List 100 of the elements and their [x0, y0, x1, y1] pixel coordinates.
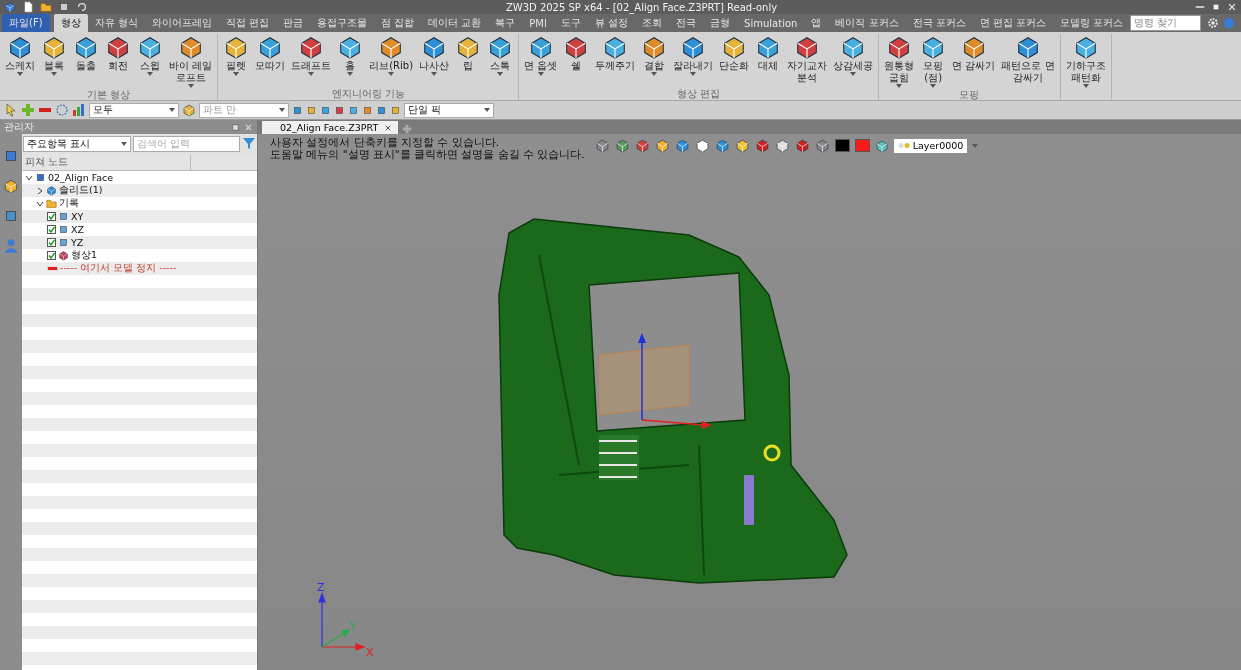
caret-icon[interactable]	[497, 72, 504, 76]
ribbon-tab[interactable]: 복구	[488, 14, 523, 32]
caret-icon[interactable]	[537, 72, 544, 76]
caret-icon[interactable]	[233, 72, 240, 76]
restore-icon[interactable]	[231, 122, 240, 132]
undo-icon[interactable]	[76, 1, 88, 13]
tree-node[interactable]: 솔리드(1)	[22, 184, 257, 197]
ribbon-button[interactable]: 스톡	[484, 34, 517, 87]
document-tab[interactable]: 02_Align Face.Z3PRT	[262, 121, 399, 134]
color-swatch[interactable]	[854, 139, 870, 152]
plane-icon[interactable]	[874, 138, 889, 153]
caret-icon[interactable]	[308, 72, 315, 76]
ribbon-tab[interactable]: 뷰 설정	[587, 14, 636, 32]
ribbon-tab[interactable]: 베이직 포커스	[828, 14, 906, 32]
ribbon-button[interactable]: 나사산	[416, 34, 453, 87]
tree-node[interactable]: 02_Align Face	[22, 171, 257, 184]
toolbar-icon[interactable]	[376, 104, 387, 116]
ribbon-button[interactable]: 패턴으로 면 감싸기	[998, 34, 1058, 88]
toolbar-icon[interactable]	[320, 104, 331, 116]
ribbon-tab[interactable]: 전극 포커스	[905, 14, 973, 32]
ribbon-tab[interactable]: 용접구조물	[309, 14, 374, 32]
cube-icon[interactable]	[41, 34, 67, 60]
toolbar-icon[interactable]	[334, 104, 345, 116]
caret-icon[interactable]	[850, 72, 857, 76]
tree-node[interactable]: XY	[22, 210, 257, 223]
checkbox[interactable]	[47, 251, 56, 260]
view-tool-icon[interactable]	[694, 138, 710, 153]
view-tool-icon[interactable]	[814, 138, 830, 153]
plane-icon[interactable]	[58, 224, 69, 235]
ribbon-button[interactable]: 잘라내기	[670, 34, 717, 87]
caret-icon[interactable]	[17, 72, 23, 76]
ribbon-button[interactable]: 모따기	[252, 34, 289, 87]
view-tool-icon[interactable]	[774, 138, 790, 153]
ribbon-tab[interactable]: 도구	[553, 14, 588, 32]
ribbon-button[interactable]: 단순화	[716, 34, 753, 87]
ribbon-tab[interactable]: 직접 편집	[218, 14, 276, 32]
caret-icon[interactable]	[120, 142, 127, 146]
view-tool-icon[interactable]	[594, 138, 610, 153]
ribbon-button[interactable]: 두께주기	[592, 34, 639, 87]
tree-node[interactable]: 형상1	[22, 249, 257, 262]
ribbon-button[interactable]: 대체	[752, 34, 785, 87]
ribbon-button[interactable]: 스윕	[134, 34, 166, 88]
ribbon-button[interactable]: 기하구조 패턴화	[1062, 34, 1109, 100]
ribbon-tab[interactable]: 판금	[275, 14, 310, 32]
ribbon-button[interactable]: 드래프트	[288, 34, 335, 87]
caret-icon[interactable]	[347, 72, 354, 76]
select-arrow-icon[interactable]	[4, 103, 18, 117]
ribbon-button[interactable]: 자기교차 분석	[784, 34, 831, 87]
layer-dropdown[interactable]: Layer0000	[893, 138, 968, 153]
ribbon-tab[interactable]: 자유 형식	[87, 14, 145, 32]
ribbon-button[interactable]: 결합	[638, 34, 671, 87]
ribbon-button[interactable]: 회전	[102, 34, 134, 88]
toolbar-icon[interactable]	[292, 104, 303, 116]
caret-icon[interactable]	[651, 72, 658, 76]
caret-icon[interactable]	[147, 72, 153, 76]
ribbon-tab[interactable]: 금형	[703, 14, 738, 32]
ribbon-tab[interactable]: 전극	[669, 14, 704, 32]
caret-icon[interactable]	[388, 72, 395, 76]
tree-node[interactable]: 기록	[22, 197, 257, 210]
caret-icon[interactable]	[187, 84, 194, 88]
cube-icon[interactable]	[3, 178, 19, 194]
view-tool-icon[interactable]	[654, 138, 670, 153]
ribbon-button[interactable]: 필렛	[220, 34, 253, 87]
ribbon-button[interactable]: 원통형 굽힘	[881, 34, 918, 88]
view-tool-icon[interactable]	[674, 138, 690, 153]
shape-icon[interactable]	[58, 250, 69, 261]
ribbon-button[interactable]: 쉘	[560, 34, 593, 87]
ribbon-tab[interactable]: 앱	[804, 14, 829, 32]
solid-icon[interactable]	[46, 185, 57, 196]
ribbon-tab[interactable]: 데이터 교환	[421, 14, 489, 32]
ribbon-button[interactable]: 상감세공	[830, 34, 877, 87]
caret-icon[interactable]	[1082, 84, 1089, 88]
ribbon-tab[interactable]: 형상	[53, 14, 88, 32]
toolbar-icon[interactable]	[390, 104, 401, 116]
ribbon-tab[interactable]: 점 집합	[373, 14, 422, 32]
view-tool-icon[interactable]	[754, 138, 770, 153]
ribbon-button[interactable]: 면 옵셋	[521, 34, 561, 87]
view-tool-icon[interactable]	[734, 138, 750, 153]
toolbar-icon[interactable]	[362, 104, 373, 116]
ribbon-button[interactable]: 블록	[38, 34, 70, 88]
caret-icon[interactable]	[690, 72, 697, 76]
tree-node[interactable]: XZ	[22, 223, 257, 236]
app-logo-icon[interactable]	[4, 1, 16, 13]
tree-node[interactable]: YZ	[22, 236, 257, 249]
ribbon-tab[interactable]: 면 편집 포커스	[972, 14, 1054, 32]
save-icon[interactable]	[58, 1, 70, 13]
caret-icon[interactable]	[51, 72, 57, 76]
ribbon-tab[interactable]: 조회	[635, 14, 670, 32]
checkbox[interactable]	[47, 238, 56, 247]
caret-icon[interactable]	[930, 84, 937, 88]
view-tool-icon[interactable]	[614, 138, 630, 153]
ribbon-tab[interactable]: Simulation	[737, 14, 805, 32]
checkbox[interactable]	[47, 212, 56, 221]
color-swatch[interactable]	[834, 139, 850, 152]
caret-icon[interactable]	[484, 108, 490, 112]
plane-icon[interactable]	[58, 237, 69, 248]
plane-icon[interactable]	[58, 211, 69, 222]
ribbon-button[interactable]: 돌출	[70, 34, 102, 88]
ribbon-tab[interactable]: PMI	[522, 14, 554, 32]
cube-icon[interactable]	[105, 34, 131, 60]
